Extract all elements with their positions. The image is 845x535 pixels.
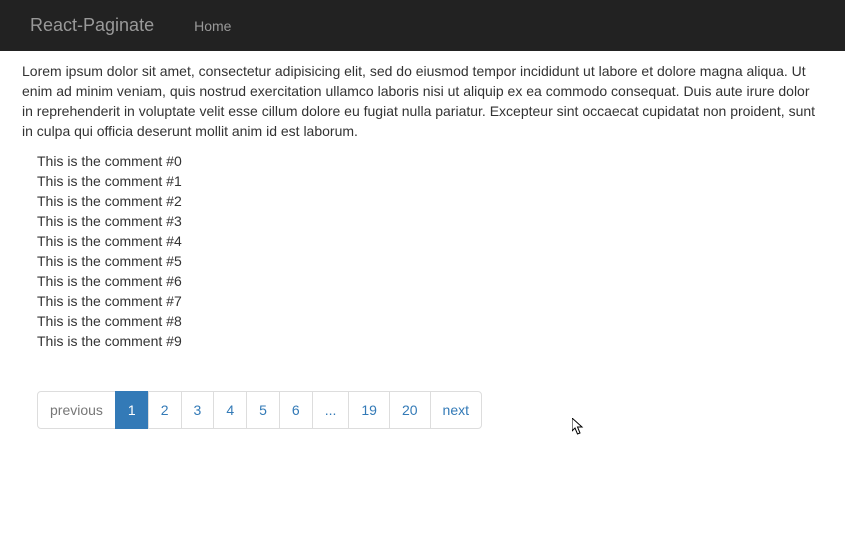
pagination: previous123456...1920next — [37, 391, 808, 429]
comment-item: This is the comment #5 — [37, 251, 823, 271]
pagination-page-19[interactable]: 19 — [348, 391, 390, 429]
pagination-page-1[interactable]: 1 — [115, 391, 149, 429]
navbar-brand[interactable]: React-Paginate — [15, 0, 169, 51]
comment-item: This is the comment #3 — [37, 211, 823, 231]
pagination-page-3[interactable]: 3 — [181, 391, 215, 429]
pagination-page-4[interactable]: 4 — [213, 391, 247, 429]
pagination-page-5[interactable]: 5 — [246, 391, 280, 429]
pagination-page-20[interactable]: 20 — [389, 391, 431, 429]
main-content: Lorem ipsum dolor sit amet, consectetur … — [0, 61, 845, 429]
comment-item: This is the comment #0 — [37, 151, 823, 171]
comment-list: This is the comment #0This is the commen… — [22, 151, 823, 351]
comment-item: This is the comment #1 — [37, 171, 823, 191]
pagination-previous: previous — [37, 391, 116, 429]
navbar: React-Paginate Home — [0, 0, 845, 51]
intro-paragraph: Lorem ipsum dolor sit amet, consectetur … — [22, 61, 823, 141]
comment-item: This is the comment #6 — [37, 271, 823, 291]
nav-link-home[interactable]: Home — [179, 3, 246, 49]
comment-item: This is the comment #7 — [37, 291, 823, 311]
pagination-break: ... — [312, 391, 350, 429]
comment-item: This is the comment #9 — [37, 331, 823, 351]
comment-item: This is the comment #4 — [37, 231, 823, 251]
comment-item: This is the comment #8 — [37, 311, 823, 331]
pagination-next[interactable]: next — [430, 391, 482, 429]
pagination-page-2[interactable]: 2 — [148, 391, 182, 429]
pagination-page-6[interactable]: 6 — [279, 391, 313, 429]
comment-item: This is the comment #2 — [37, 191, 823, 211]
